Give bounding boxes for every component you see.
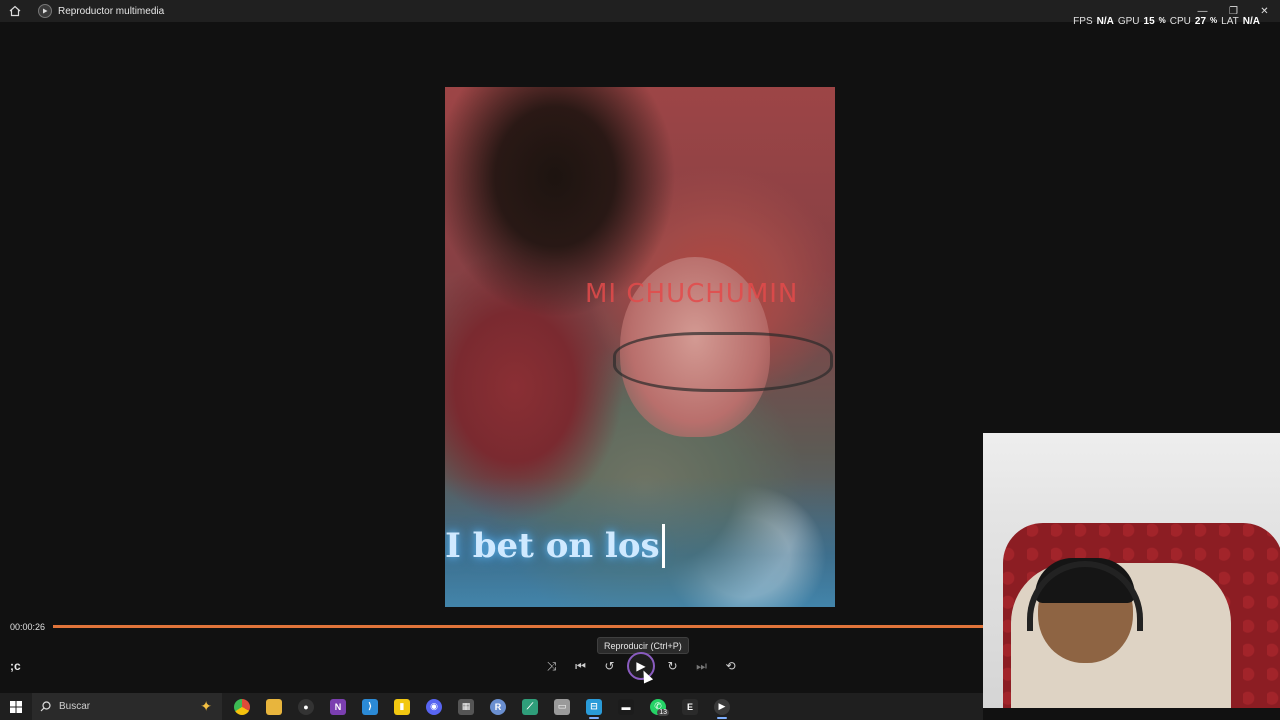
- fps-label: FPS: [1073, 16, 1093, 27]
- taskbar: Buscar ✦ ● N ⟩ ▮ ◉ ▦ R ⟋ ▭ ⊟ ▬ ✆ 13 E ▶: [0, 693, 983, 720]
- gpu-label: GPU: [1117, 16, 1140, 27]
- search-placeholder: Buscar: [59, 701, 91, 712]
- rewind-10-button[interactable]: ↺: [595, 654, 624, 678]
- rewind-10-icon: ↺: [604, 659, 615, 673]
- taskbar-app-onenote[interactable]: N: [322, 693, 354, 720]
- taskbar-app-maps[interactable]: ⟋: [514, 693, 546, 720]
- lat-value: N/A: [1242, 16, 1260, 27]
- cpu-label: CPU: [1169, 16, 1191, 27]
- taskbar-app-store[interactable]: ⊟: [578, 693, 610, 720]
- taskbar-app-obs[interactable]: ●: [290, 693, 322, 720]
- taskbar-app-epic-games[interactable]: E: [674, 693, 706, 720]
- search-icon: [40, 701, 51, 712]
- shuffle-button[interactable]: ⤨: [537, 654, 566, 678]
- discord-icon: ◉: [426, 698, 442, 715]
- store-icon: ⊟: [586, 698, 602, 715]
- taskbar-app-calculator[interactable]: ▦: [450, 693, 482, 720]
- media-player-icon: ▶: [714, 698, 730, 715]
- home-button[interactable]: [0, 0, 30, 22]
- forward-30-button[interactable]: ↻: [658, 654, 687, 678]
- media-title: ;c: [10, 659, 21, 673]
- gpu-unit: %: [1158, 16, 1166, 25]
- forward-30-icon: ↻: [667, 659, 678, 673]
- epic-icon: E: [682, 698, 698, 715]
- seek-bar[interactable]: [53, 625, 983, 628]
- cpu-unit: %: [1210, 16, 1218, 25]
- taskbar-app-whatsapp[interactable]: ✆ 13: [642, 693, 674, 720]
- video-frame[interactable]: MI CHUCHUMIN I bet on los: [445, 87, 835, 607]
- media-player-window: Reproductor multimedia — ❐ ✕ FPS N/A GPU…: [0, 0, 1280, 720]
- lat-label: LAT: [1221, 16, 1239, 27]
- r-icon: R: [490, 698, 506, 715]
- previous-button[interactable]: ⏮: [566, 654, 595, 678]
- taskbar-app-discord[interactable]: ◉: [418, 693, 450, 720]
- video-lyric-caption: I bet on los: [445, 524, 665, 568]
- taskbar-app-power-bi[interactable]: ▮: [386, 693, 418, 720]
- video-overlay-text: MI CHUCHUMIN: [585, 279, 799, 309]
- start-button[interactable]: [0, 693, 32, 720]
- lyric-caret: [661, 524, 665, 568]
- taskbar-app-file-explorer[interactable]: [258, 693, 290, 720]
- search-highlight-icon: ✦: [200, 698, 212, 714]
- lyric-text: I bet on los: [445, 526, 660, 566]
- files-icon: ▭: [554, 698, 570, 715]
- elapsed-time: 00:00:26: [10, 622, 46, 632]
- chrome-icon: [234, 698, 250, 715]
- home-icon: [9, 5, 21, 17]
- taskbar-search[interactable]: Buscar ✦: [32, 693, 222, 720]
- video-subject-glasses: [613, 332, 833, 392]
- taskbar-app-chrome[interactable]: [226, 693, 258, 720]
- seek-bar-fill: [53, 625, 983, 628]
- taskbar-app-vscode[interactable]: ⟩: [354, 693, 386, 720]
- notification-badge: 13: [657, 709, 669, 716]
- powerbi-icon: ▮: [394, 698, 410, 715]
- taskbar-apps: ● N ⟩ ▮ ◉ ▦ R ⟋ ▭ ⊟ ▬ ✆ 13 E ▶: [226, 693, 738, 720]
- gpu-value: 15: [1143, 16, 1155, 27]
- fps-value: N/A: [1096, 16, 1114, 27]
- taskbar-app-r-studio[interactable]: R: [482, 693, 514, 720]
- windows-icon: [10, 700, 22, 713]
- next-button[interactable]: ⏭: [687, 654, 716, 678]
- onenote-icon: N: [330, 698, 346, 715]
- folder-icon: [266, 698, 282, 715]
- taskbar-app-terminal[interactable]: ▬: [610, 693, 642, 720]
- previous-icon: ⏮: [575, 658, 586, 673]
- taskbar-app-files[interactable]: ▭: [546, 693, 578, 720]
- vscode-icon: ⟩: [362, 698, 378, 715]
- next-icon: ⏭: [696, 658, 707, 673]
- repeat-off-button[interactable]: ⟲: [716, 654, 745, 678]
- repeat-off-icon: ⟲: [725, 659, 736, 673]
- cpu-value: 27: [1194, 16, 1207, 27]
- window-title: Reproductor multimedia: [58, 5, 165, 17]
- obs-icon: ●: [298, 698, 314, 715]
- media-player-app-icon: [38, 4, 52, 18]
- performance-overlay: FPS N/A GPU 15% CPU 27% LAT N/A: [1073, 16, 1260, 27]
- shuffle-icon: ⤨: [546, 658, 557, 673]
- maps-icon: ⟋: [522, 698, 538, 715]
- taskbar-app-media-player[interactable]: ▶: [706, 693, 738, 720]
- webcam-overlay: [983, 433, 1280, 708]
- terminal-icon: ▬: [618, 698, 634, 715]
- calculator-icon: ▦: [458, 698, 474, 715]
